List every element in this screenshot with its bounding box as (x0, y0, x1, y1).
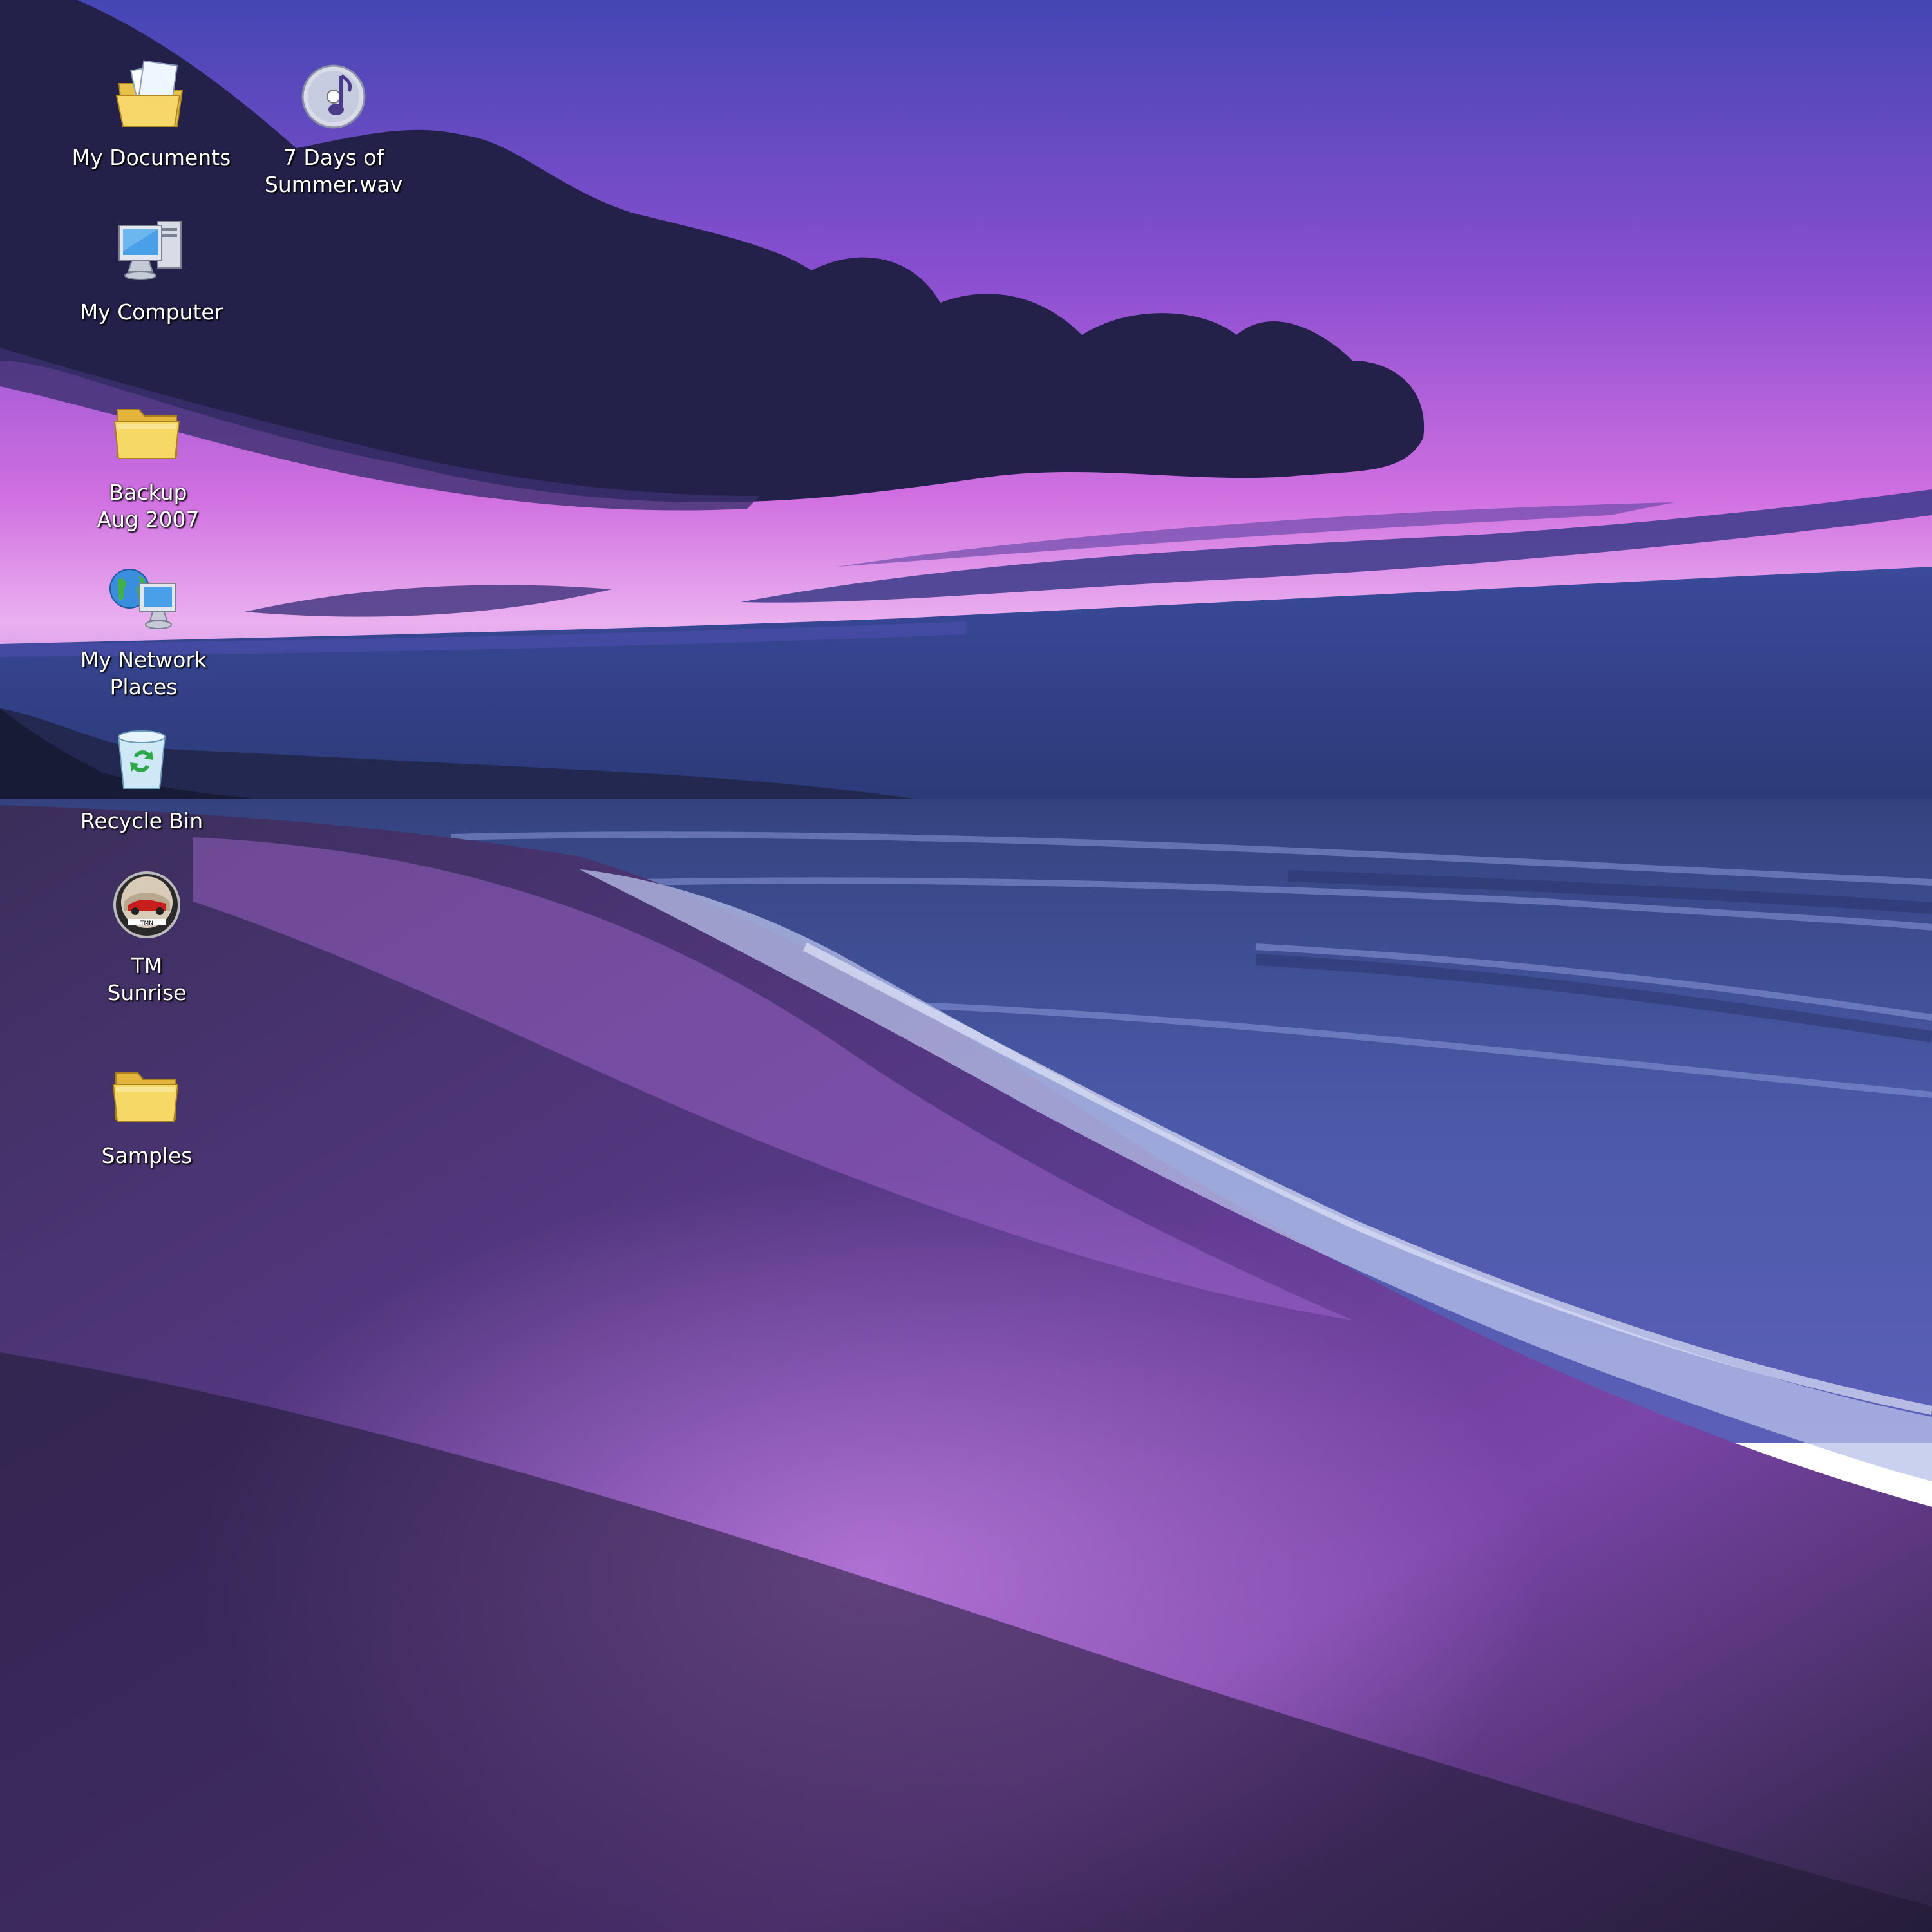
svg-text:TMN: TMN (140, 920, 153, 927)
desktop-wallpaper (0, 0, 1932, 1932)
desktop-icon-my-computer[interactable]: My Computer (68, 213, 235, 326)
icon-label: Samples (101, 1143, 193, 1168)
desktop-icon-samples[interactable]: Samples (63, 1056, 231, 1170)
icon-label: My Network Places (80, 647, 207, 699)
desktop[interactable]: My Documents 7 Days of Summer.wav My Com… (0, 0, 1932, 1932)
network-icon (105, 560, 182, 638)
icon-label: 7 Days of Summer.wav (264, 145, 403, 197)
desktop-icon-my-network-places[interactable]: My Network Places (60, 560, 227, 701)
icon-label: TM Sunrise (107, 953, 187, 1005)
desktop-icon-recycle-bin[interactable]: Recycle Bin (58, 721, 225, 835)
documents-folder-icon (113, 58, 190, 135)
folder-icon (109, 393, 187, 470)
desktop-icon-tm-sunrise[interactable]: TMN TM Sunrise (63, 866, 231, 1007)
icon-label: My Documents (71, 145, 231, 170)
game-icon: TMN (108, 866, 185, 943)
icon-label: My Computer (79, 299, 223, 325)
desktop-icon-7-days-of-summer-wav[interactable]: 7 Days of Summer.wav (250, 58, 417, 198)
recycle-bin-icon (103, 721, 180, 799)
icon-label: Recycle Bin (80, 808, 204, 833)
computer-icon (113, 213, 190, 290)
icon-label: Backup Aug 2007 (97, 480, 200, 532)
desktop-icon-my-documents[interactable]: My Documents (68, 58, 235, 171)
desktop-icon-backup-aug-2007[interactable]: Backup Aug 2007 (64, 393, 232, 533)
audio-file-icon (295, 58, 372, 135)
folder-icon (108, 1056, 185, 1133)
